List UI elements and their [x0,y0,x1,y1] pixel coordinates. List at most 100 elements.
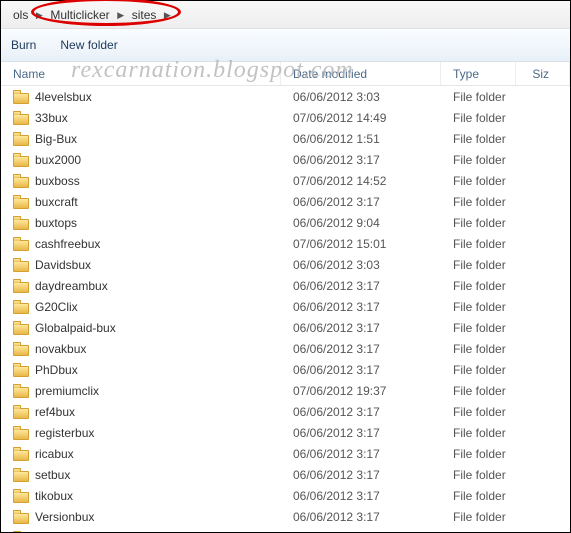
table-row[interactable]: Versionbux 06/06/2012 3:17File folder [1,506,570,527]
folder-icon [13,153,29,167]
table-row[interactable]: daydreambux06/06/2012 3:17File folder [1,275,570,296]
file-name: novakbux [35,342,86,356]
file-date: 06/06/2012 3:17 [281,489,441,503]
file-type: File folder [441,363,516,377]
burn-button[interactable]: Burn [11,38,36,52]
chevron-right-icon[interactable]: ▶ [34,10,44,21]
column-type[interactable]: Type [441,62,516,85]
table-row[interactable]: PhDbux06/06/2012 3:17File folder [1,359,570,380]
column-name[interactable]: Name [1,62,281,85]
crumb-multiclicker[interactable]: Multiclicker [44,4,115,26]
file-name: ricabux [35,447,74,461]
file-date: 07/06/2012 14:49 [281,111,441,125]
table-row[interactable]: Globalpaid-bux 06/06/2012 3:17File folder [1,317,570,338]
file-type: File folder [441,111,516,125]
file-date: 06/06/2012 3:17 [281,405,441,419]
file-date: 07/06/2012 14:11 [281,531,441,533]
file-list[interactable]: 4levelsbux06/06/2012 3:03File folder33bu… [1,86,570,532]
file-type: File folder [441,342,516,356]
table-row[interactable]: G20Clix06/06/2012 3:17File folder [1,296,570,317]
crumb-partial[interactable]: ols [7,4,34,26]
column-size[interactable]: Siz [516,62,570,85]
file-type: File folder [441,174,516,188]
breadcrumb[interactable]: ols ▶ Multiclicker ▶ sites ▶ [1,4,172,26]
folder-icon [13,258,29,272]
folder-icon [13,111,29,125]
file-date: 07/06/2012 15:01 [281,237,441,251]
file-date: 06/06/2012 3:17 [281,153,441,167]
file-date: 07/06/2012 14:52 [281,174,441,188]
file-name: 4levelsbux [35,90,92,104]
table-row[interactable]: buxboss 07/06/2012 14:52File folder [1,170,570,191]
file-date: 06/06/2012 1:51 [281,132,441,146]
folder-icon [13,174,29,188]
table-row[interactable]: setbux06/06/2012 3:17File folder [1,464,570,485]
table-row[interactable]: Davidsbux06/06/2012 3:03File folder [1,254,570,275]
file-type: File folder [441,384,516,398]
file-type: File folder [441,426,516,440]
file-date: 06/06/2012 3:03 [281,90,441,104]
file-name: buxboss [35,174,80,188]
file-date: 06/06/2012 3:17 [281,468,441,482]
table-row[interactable]: ref4bux 06/06/2012 3:17File folder [1,401,570,422]
table-row[interactable]: zeusbux07/06/2012 14:11File folder [1,527,570,532]
table-row[interactable]: 33bux07/06/2012 14:49File folder [1,107,570,128]
file-type: File folder [441,216,516,230]
new-folder-button[interactable]: New folder [60,38,117,52]
file-name: Globalpaid-bux [35,321,116,335]
file-date: 06/06/2012 9:04 [281,216,441,230]
file-name: registerbux [35,426,94,440]
folder-icon [13,405,29,419]
column-date[interactable]: Date modified [281,62,441,85]
file-name: Davidsbux [35,258,91,272]
table-row[interactable]: registerbux06/06/2012 3:17File folder [1,422,570,443]
file-date: 06/06/2012 3:17 [281,363,441,377]
file-name: premiumclix [35,384,99,398]
file-date: 06/06/2012 3:17 [281,510,441,524]
file-type: File folder [441,405,516,419]
folder-icon [13,384,29,398]
chevron-right-icon[interactable]: ▶ [116,10,126,21]
file-type: File folder [441,237,516,251]
file-name: buxtops [35,216,77,230]
table-row[interactable]: premiumclix07/06/2012 19:37File folder [1,380,570,401]
file-name: Versionbux [35,510,94,524]
file-date: 06/06/2012 3:17 [281,342,441,356]
folder-icon [13,90,29,104]
file-type: File folder [441,90,516,104]
file-type: File folder [441,132,516,146]
file-type: File folder [441,510,516,524]
file-date: 06/06/2012 3:17 [281,279,441,293]
table-row[interactable]: ricabux06/06/2012 3:17File folder [1,443,570,464]
file-name: tikobux [35,489,73,503]
folder-icon [13,363,29,377]
file-date: 06/06/2012 3:17 [281,447,441,461]
folder-icon [13,342,29,356]
breadcrumb-bar: ols ▶ Multiclicker ▶ sites ▶ [1,1,570,29]
file-name: cashfreebux [35,237,100,251]
crumb-sites[interactable]: sites [126,4,163,26]
table-row[interactable]: buxtops 06/06/2012 9:04File folder [1,212,570,233]
folder-icon [13,195,29,209]
folder-icon [13,237,29,251]
table-row[interactable]: 4levelsbux 06/06/2012 3:03File folder [1,86,570,107]
folder-icon [13,489,29,503]
table-row[interactable]: tikobux06/06/2012 3:17File folder [1,485,570,506]
file-name: G20Clix [35,300,78,314]
table-row[interactable]: buxcraft06/06/2012 3:17File folder [1,191,570,212]
file-type: File folder [441,321,516,335]
table-row[interactable]: novakbux 06/06/2012 3:17File folder [1,338,570,359]
table-row[interactable]: cashfreebux 07/06/2012 15:01File folder [1,233,570,254]
file-name: ref4bux [35,405,75,419]
toolbar: Burn New folder [1,29,570,62]
file-type: File folder [441,195,516,209]
file-date: 06/06/2012 3:17 [281,321,441,335]
table-row[interactable]: bux200006/06/2012 3:17File folder [1,149,570,170]
file-date: 06/06/2012 3:17 [281,300,441,314]
chevron-right-icon[interactable]: ▶ [162,10,172,21]
folder-icon [13,510,29,524]
table-row[interactable]: Big-Bux06/06/2012 1:51File folder [1,128,570,149]
file-type: File folder [441,153,516,167]
file-name: setbux [35,468,70,482]
file-type: File folder [441,258,516,272]
